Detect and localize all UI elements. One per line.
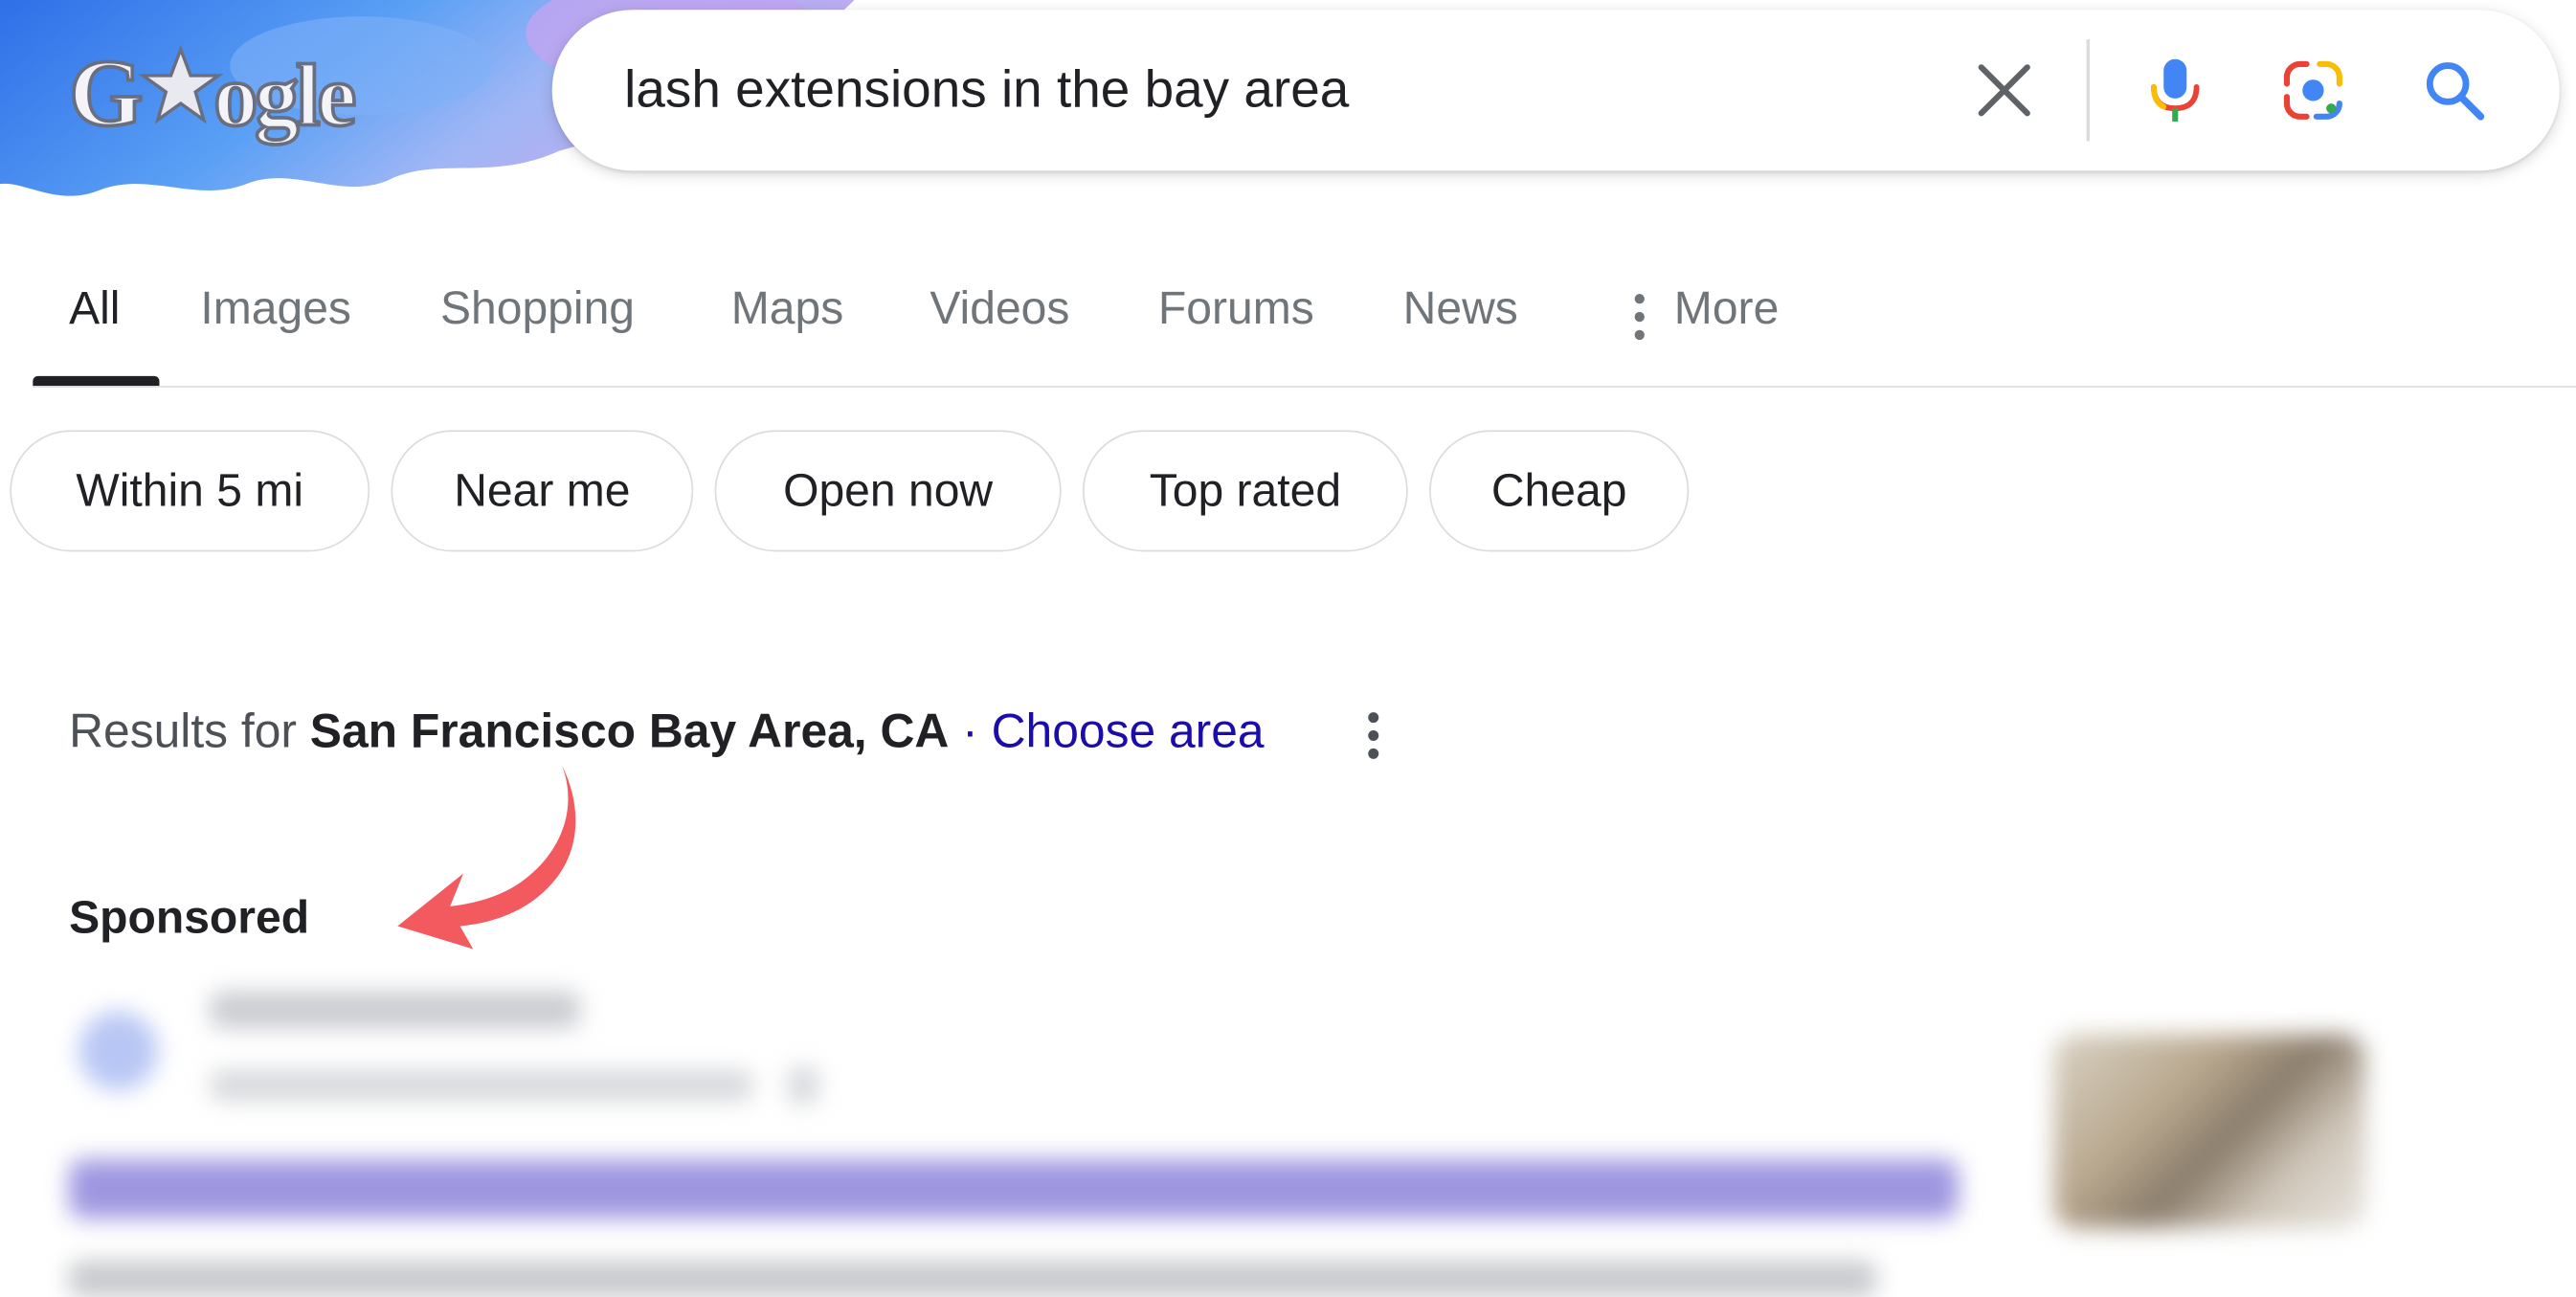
- tabs-divider: [33, 386, 2576, 388]
- svg-text:G: G: [69, 39, 142, 145]
- chip-within-5-mi[interactable]: Within 5 mi: [10, 430, 370, 552]
- tab-images[interactable]: Images: [200, 282, 351, 335]
- sponsored-ad-result[interactable]: [0, 969, 2576, 1297]
- chip-open-now[interactable]: Open now: [714, 430, 1062, 552]
- separator-dot: ·: [962, 705, 978, 759]
- sponsored-label: Sponsored: [69, 891, 310, 943]
- ad-thumbnail-image[interactable]: [2053, 1034, 2366, 1229]
- tab-forums[interactable]: Forums: [1158, 282, 1314, 335]
- chip-near-me[interactable]: Near me: [391, 430, 694, 552]
- search-bar-divider: [2086, 39, 2091, 142]
- ad-description: [69, 1261, 1876, 1297]
- more-vertical-icon[interactable]: [1363, 709, 1383, 762]
- active-tab-indicator: [33, 375, 160, 387]
- tab-all[interactable]: All: [69, 282, 120, 335]
- tab-shopping[interactable]: Shopping: [440, 282, 635, 335]
- google-doodle-logo[interactable]: G ogle: [69, 36, 397, 151]
- chip-top-rated[interactable]: Top rated: [1082, 430, 1408, 552]
- search-bar: [551, 10, 2560, 171]
- search-tabs: All Images Shopping Maps Videos Forums N…: [0, 246, 2576, 391]
- ad-site-name: [210, 992, 580, 1028]
- svg-text:ogle: ogle: [213, 46, 354, 145]
- chip-cheap[interactable]: Cheap: [1429, 430, 1690, 552]
- ad-title-link[interactable]: [69, 1159, 1959, 1219]
- google-lens-icon[interactable]: [2280, 57, 2346, 123]
- tab-videos[interactable]: Videos: [930, 282, 1069, 335]
- ad-site-url: [210, 1070, 753, 1101]
- search-icon[interactable]: [2422, 57, 2488, 123]
- tab-maps[interactable]: Maps: [731, 282, 844, 335]
- choose-area-link[interactable]: · Choose area: [962, 706, 1264, 759]
- star-icon: [137, 44, 224, 124]
- more-vertical-icon[interactable]: [1633, 292, 1646, 341]
- ad-menu-icon: [788, 1067, 818, 1104]
- close-icon[interactable]: [1971, 57, 2037, 123]
- microphone-icon[interactable]: [2142, 57, 2208, 123]
- annotation-arrow-icon: [397, 765, 576, 950]
- tab-more[interactable]: More: [1674, 282, 1779, 335]
- tab-news[interactable]: News: [1403, 282, 1518, 335]
- results-for-prefix: Results for: [69, 705, 297, 759]
- search-input[interactable]: [624, 52, 1906, 125]
- choose-area-label[interactable]: Choose area: [992, 706, 1265, 759]
- results-location: San Francisco Bay Area, CA: [309, 705, 950, 759]
- ad-favicon-icon: [78, 1011, 158, 1091]
- results-location-line: Results for San Francisco Bay Area, CA ·…: [69, 706, 1265, 761]
